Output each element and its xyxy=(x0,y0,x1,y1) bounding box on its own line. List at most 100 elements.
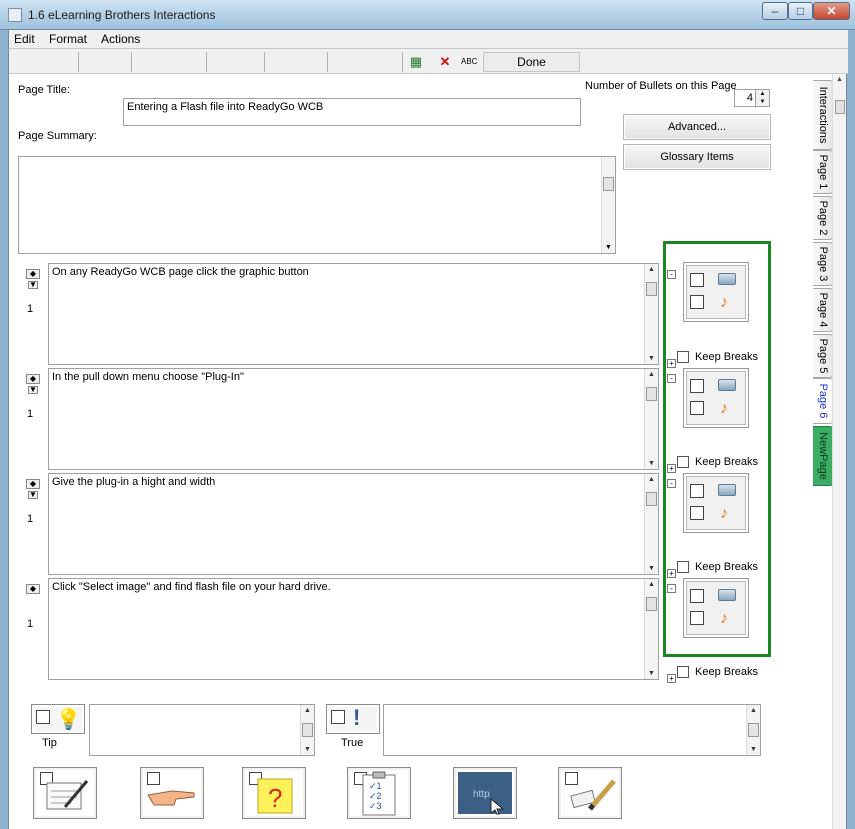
web-link-icon: http xyxy=(458,772,512,815)
tab-interactions-label: Interactions xyxy=(816,86,829,144)
bullet-4-image-checkbox[interactable] xyxy=(690,589,704,603)
music-icon[interactable]: ♪ xyxy=(720,611,728,627)
summary-scrollbar[interactable]: ▼ xyxy=(601,157,615,253)
bullet-1-text-input[interactable]: On any ReadyGo WCB page click the graphi… xyxy=(48,263,659,365)
bullet-2-audio-checkbox[interactable] xyxy=(690,401,704,415)
app-icon xyxy=(8,8,22,22)
bullet-3-number: 1 xyxy=(27,513,34,525)
bullet-2-text-input[interactable]: In the pull down menu choose "Plug-In" ▲… xyxy=(48,368,659,470)
eraser-pencil-tile[interactable] xyxy=(558,767,622,819)
tab-page-2[interactable]: Page 2 xyxy=(813,196,833,240)
page-title-label: Page Title: xyxy=(18,84,70,96)
tip-text-input[interactable]: ▲ ▼ xyxy=(89,704,315,756)
camera-icon[interactable] xyxy=(718,484,736,496)
page-summary-input[interactable] xyxy=(18,156,616,254)
done-button[interactable]: Done xyxy=(483,52,580,72)
bullet-1-image-checkbox[interactable] xyxy=(690,273,704,287)
bullet-4-audio-checkbox[interactable] xyxy=(690,611,704,625)
bullet-3-text: Give the plug-in a hight and width xyxy=(52,476,216,488)
delete-icon[interactable]: ✕ xyxy=(437,54,453,70)
camera-icon[interactable] xyxy=(718,379,736,391)
lightbulb-icon: 💡 xyxy=(56,709,81,731)
camera-icon[interactable] xyxy=(718,273,736,285)
exclamation-icon: ! xyxy=(353,705,361,730)
camera-icon[interactable] xyxy=(718,589,736,601)
tip-tile[interactable]: 💡 xyxy=(31,704,85,734)
bullet-1-expand-icon[interactable]: + xyxy=(667,359,676,368)
maximize-button[interactable]: □ xyxy=(788,2,813,20)
music-icon[interactable]: ♪ xyxy=(720,401,728,417)
tab-page-5[interactable]: Page 5 xyxy=(813,334,833,378)
bullet-3-audio-checkbox[interactable] xyxy=(690,506,704,520)
advanced-button[interactable]: Advanced... xyxy=(623,114,771,140)
window-scrollbar[interactable]: ▲ xyxy=(832,74,846,829)
tab-page-4[interactable]: Page 4 xyxy=(813,288,833,332)
tip-label: Tip xyxy=(42,737,57,749)
bullet-3-keep-breaks-checkbox[interactable] xyxy=(677,561,689,573)
checklist-tile[interactable]: ✓1 ✓2 ✓3 xyxy=(347,767,411,819)
bullet-1-keep-breaks-label: Keep Breaks xyxy=(695,351,758,363)
web-link-tile[interactable]: http xyxy=(453,767,517,819)
tab-page-1[interactable]: Page 1 xyxy=(813,150,833,194)
abc-icon[interactable]: ABC xyxy=(461,54,477,70)
bullets-count-stepper[interactable]: 4 ▲ ▼ xyxy=(734,89,770,107)
tab-new-page[interactable]: NewPage xyxy=(813,426,833,486)
bullet-2-scrollbar[interactable]: ▲ ▼ xyxy=(644,369,658,469)
true-tile[interactable]: ! xyxy=(326,704,380,734)
bullet-3-expand-icon[interactable]: + xyxy=(667,569,676,578)
close-button[interactable]: ✕ xyxy=(813,2,850,20)
bullet-1-scrollbar[interactable]: ▲ ▼ xyxy=(644,264,658,364)
svg-text:✓2: ✓2 xyxy=(369,791,382,801)
tab-page-3[interactable]: Page 3 xyxy=(813,242,833,286)
bullet-4-collapse-icon[interactable]: - xyxy=(667,584,676,593)
music-icon[interactable]: ♪ xyxy=(720,506,728,522)
bullet-4-expand-icon[interactable]: + xyxy=(667,674,676,683)
bullet-4-move-control[interactable]: ◆ xyxy=(26,584,40,594)
tab-interactions[interactable]: Interactions xyxy=(813,80,833,150)
tab-page-1-label: Page 1 xyxy=(816,154,829,190)
bullet-3-image-checkbox[interactable] xyxy=(690,484,704,498)
bullet-3-collapse-icon[interactable]: - xyxy=(667,479,676,488)
tip-checkbox[interactable] xyxy=(36,710,50,724)
menu-edit[interactable]: Edit xyxy=(14,32,35,46)
bullet-2-keep-breaks-checkbox[interactable] xyxy=(677,456,689,468)
bullet-1-collapse-icon[interactable]: - xyxy=(667,270,676,279)
eraser-pencil-icon xyxy=(570,779,616,811)
true-checkbox[interactable] xyxy=(331,710,345,724)
bullet-3-keep-breaks-label: Keep Breaks xyxy=(695,561,758,573)
music-icon[interactable]: ♪ xyxy=(720,295,728,311)
bullet-4-text-input[interactable]: Click "Select image" and find flash file… xyxy=(48,578,659,680)
bullet-4-keep-breaks-checkbox[interactable] xyxy=(677,666,689,678)
bullet-3-scrollbar[interactable]: ▲ ▼ xyxy=(644,474,658,574)
bullet-3-move-control[interactable]: ◆ ▼ xyxy=(26,479,40,499)
glossary-items-button[interactable]: Glossary Items xyxy=(623,144,771,170)
bullet-4-scrollbar[interactable]: ▲ ▼ xyxy=(644,579,658,679)
bullet-2-collapse-icon[interactable]: - xyxy=(667,374,676,383)
question-note-tile[interactable]: ? xyxy=(242,767,306,819)
bullet-3-media-box: ♪ xyxy=(683,473,749,533)
minimize-button[interactable]: – xyxy=(762,2,788,20)
notepad-tile[interactable] xyxy=(33,767,97,819)
tip-scrollbar[interactable]: ▲ ▼ xyxy=(300,705,314,755)
page-title-input[interactable]: Entering a Flash file into ReadyGo WCB xyxy=(123,98,581,126)
bullet-1-number: 1 xyxy=(27,303,34,315)
bullet-2-image-checkbox[interactable] xyxy=(690,379,704,393)
stepper-arrows[interactable]: ▲ ▼ xyxy=(755,90,769,106)
menu-bar: Edit Format Actions xyxy=(9,30,848,48)
bullet-1-move-control[interactable]: ◆ ▼ xyxy=(26,269,40,289)
bullet-4-media-box: ♪ xyxy=(683,578,749,638)
menu-actions[interactable]: Actions xyxy=(101,32,140,46)
bullet-2-move-control[interactable]: ◆ ▼ xyxy=(26,374,40,394)
bullet-3-text-input[interactable]: Give the plug-in a hight and width ▲ ▼ xyxy=(48,473,659,575)
true-scrollbar[interactable]: ▲ ▼ xyxy=(746,705,760,755)
tab-new-page-label: NewPage xyxy=(816,432,829,480)
pointing-hand-tile[interactable] xyxy=(140,767,204,819)
tab-page-4-label: Page 4 xyxy=(816,292,829,328)
tab-page-6[interactable]: Page 6 xyxy=(813,378,833,424)
bullet-1-audio-checkbox[interactable] xyxy=(690,295,704,309)
menu-format[interactable]: Format xyxy=(49,32,87,46)
bullet-1-keep-breaks-checkbox[interactable] xyxy=(677,351,689,363)
bullet-2-expand-icon[interactable]: + xyxy=(667,464,676,473)
true-text-input[interactable]: ▲ ▼ xyxy=(383,704,761,756)
spellcheck-icon[interactable]: ▦ xyxy=(408,54,424,70)
